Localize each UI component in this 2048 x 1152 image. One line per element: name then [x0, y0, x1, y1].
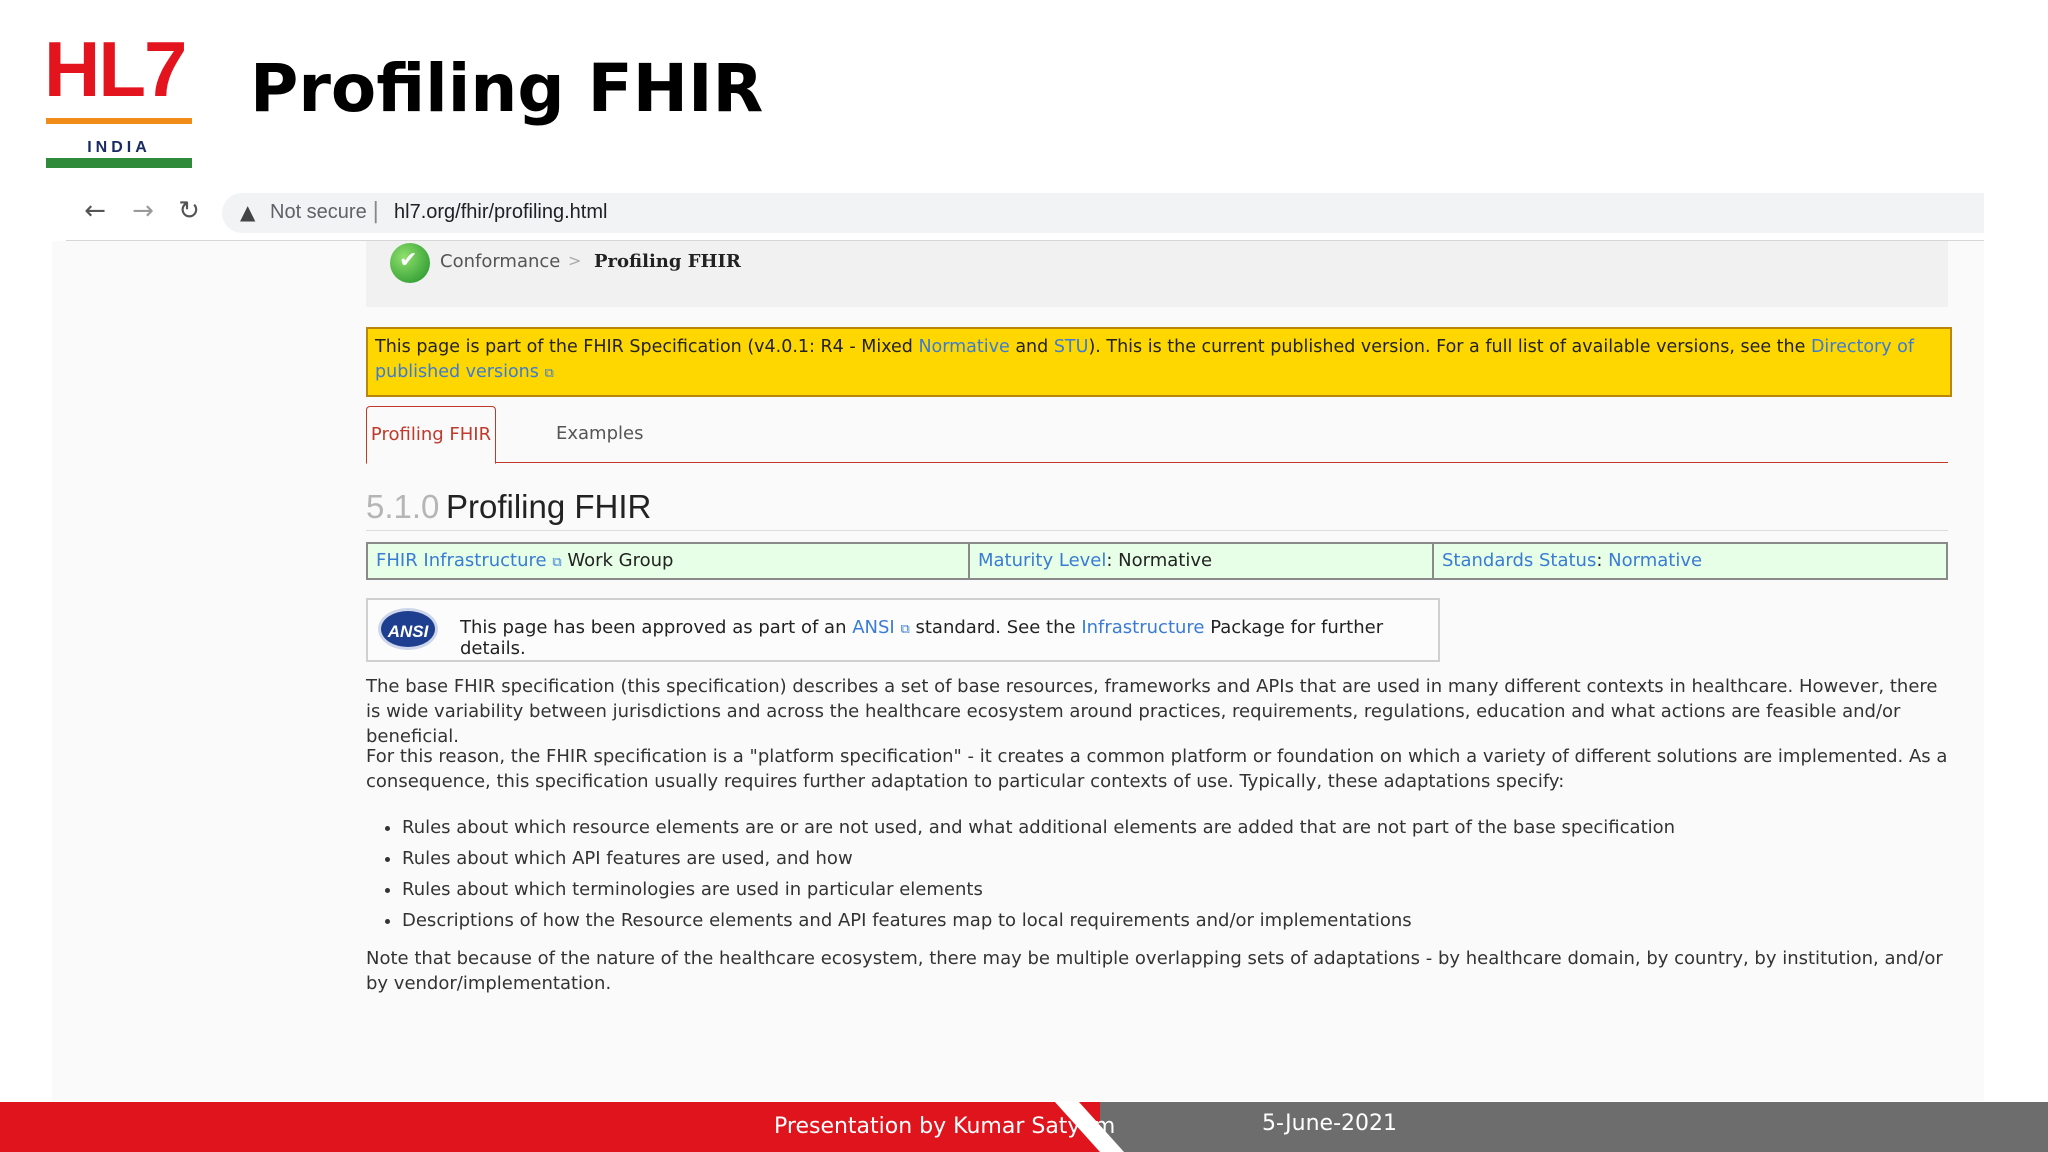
- notice-text-2: and: [1009, 337, 1054, 357]
- note-paragraph: Note that because of the nature of the h…: [366, 948, 1943, 994]
- notice-text-1: This page is part of the FHIR Specificat…: [375, 337, 919, 357]
- page-tabs: Profiling FHIR Examples: [366, 406, 1948, 464]
- logo-hl7-text: HL7: [44, 25, 187, 113]
- tab-examples[interactable]: Examples: [556, 406, 643, 462]
- ansi-text-2: standard. See the: [909, 617, 1082, 638]
- list-item: Rules about which API features are used,…: [402, 843, 1984, 874]
- breadcrumb: Conformance > Profiling FHIR: [366, 241, 1948, 307]
- adaptations-list: Rules about which resource elements are …: [366, 812, 1984, 936]
- url-separator: |: [372, 199, 380, 224]
- external-link-icon: ⧉: [552, 555, 562, 570]
- intro-paragraph: The base FHIR specification (this specif…: [366, 676, 1938, 747]
- list-item: Rules about which resource elements are …: [402, 812, 1984, 843]
- ansi-text-1: This page has been approved as part of a…: [460, 617, 853, 638]
- ansi-approval-box: ANSI This page has been approved as part…: [366, 598, 1440, 662]
- standards-status-link[interactable]: Standards Status: [1442, 550, 1596, 571]
- section-number: 5.1.0: [366, 488, 440, 525]
- work-group-text: Work Group: [561, 550, 674, 571]
- url-text[interactable]: hl7.org/fhir/profiling.html: [394, 201, 607, 224]
- ansi-link[interactable]: ANSI: [852, 617, 895, 638]
- list-item: Descriptions of how the Resource element…: [402, 905, 1984, 936]
- reload-icon[interactable]: ↻: [174, 196, 204, 226]
- external-link-icon: ⧉: [900, 622, 910, 637]
- list-item: Rules about which terminologies are used…: [402, 874, 1984, 905]
- maturity-value: : Normative: [1106, 550, 1213, 571]
- slide-footer: Presentation by Kumar Satyam 5-June-2021: [0, 1102, 2048, 1152]
- warning-triangle-icon[interactable]: ▲: [240, 200, 255, 224]
- standards-status-separator: :: [1596, 550, 1609, 571]
- section-title: Profiling FHIR: [446, 488, 652, 525]
- footer-presenter: Presentation by Kumar Satyam: [774, 1114, 1116, 1139]
- breadcrumb-conformance-link[interactable]: Conformance: [440, 251, 560, 272]
- hl7-india-logo: HL7 INDIA: [44, 25, 194, 168]
- infrastructure-package-link[interactable]: Infrastructure: [1081, 617, 1204, 638]
- footer-gray-band: [1100, 1102, 2048, 1152]
- notice-text-3: ). This is the current published version…: [1088, 337, 1811, 357]
- maturity-level-link[interactable]: Maturity Level: [978, 550, 1106, 571]
- logo-green-bar: [46, 158, 192, 168]
- back-arrow-icon[interactable]: ←: [80, 196, 110, 226]
- external-link-icon: ⧉: [544, 366, 554, 381]
- tab-profiling-fhir[interactable]: Profiling FHIR: [366, 406, 496, 464]
- standards-status-cell: Standards Status: Normative: [1434, 544, 1946, 578]
- stu-link[interactable]: STU: [1054, 337, 1089, 357]
- forward-arrow-icon[interactable]: →: [128, 196, 158, 226]
- ansi-logo: ANSI: [378, 608, 438, 650]
- normative-link[interactable]: Normative: [918, 337, 1009, 357]
- ansi-approval-text: This page has been approved as part of a…: [460, 617, 1438, 659]
- standards-status-value-link[interactable]: Normative: [1608, 550, 1702, 571]
- maturity-cell: Maturity Level: Normative: [970, 544, 1434, 578]
- logo-orange-bar: [46, 118, 192, 124]
- work-group-cell: FHIR Infrastructure ⧉ Work Group: [368, 544, 970, 578]
- address-bar[interactable]: ▲ Not secure | hl7.org/fhir/profiling.ht…: [222, 193, 1984, 233]
- browser-toolbar: ← → ↻ ▲ Not secure | hl7.org/fhir/profil…: [66, 186, 1984, 241]
- version-notice: This page is part of the FHIR Specificat…: [366, 327, 1952, 397]
- breadcrumb-current: Profiling FHIR: [594, 251, 741, 272]
- security-label[interactable]: Not secure: [270, 201, 367, 224]
- breadcrumb-separator: >: [568, 251, 582, 270]
- status-table: FHIR Infrastructure ⧉ Work Group Maturit…: [366, 542, 1948, 580]
- slide-title: Profiling FHIR: [250, 50, 764, 127]
- platform-paragraph: For this reason, the FHIR specification …: [366, 746, 1948, 792]
- footer-date: 5-June-2021: [1262, 1111, 1397, 1136]
- heading-divider: [366, 530, 1948, 531]
- fhir-infrastructure-link[interactable]: FHIR Infrastructure: [376, 550, 547, 571]
- green-check-icon: [390, 243, 430, 283]
- logo-india-text: INDIA: [87, 139, 151, 156]
